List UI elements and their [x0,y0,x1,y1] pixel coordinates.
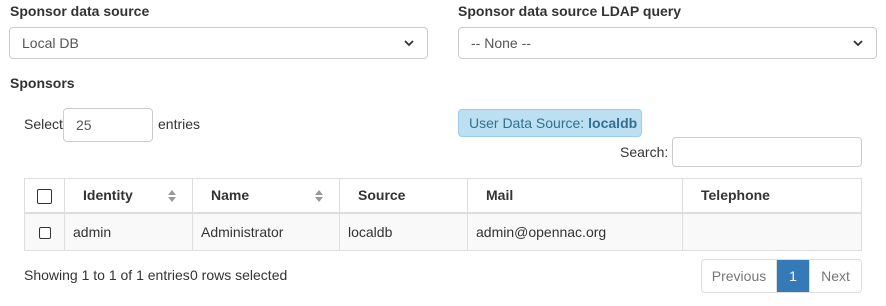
pagination: Previous 1 Next [701,259,862,293]
sponsor-source-value: Local DB [22,35,79,51]
ldap-query-label: Sponsor data source LDAP query [458,3,682,19]
column-label: Mail [486,187,514,204]
entries-prefix: Select [24,116,63,132]
sort-icon [168,190,176,202]
column-header-telephone[interactable]: Telephone [682,178,862,214]
chevron-down-icon [853,40,863,47]
pagination-next-button[interactable]: Next [809,260,861,292]
sort-icon [315,190,323,202]
ldap-query-select[interactable]: -- None -- [458,27,877,59]
rows-selected-info: 0 rows selected [190,267,288,283]
user-data-source-text: User Data Source: [469,115,585,131]
pagination-previous-button[interactable]: Previous [702,260,777,292]
sponsor-source-label: Sponsor data source [10,3,150,19]
table-info: Showing 1 to 1 of 1 entries [24,267,190,283]
entries-length-input[interactable]: 25 [63,108,153,142]
select-all-cell[interactable] [24,178,65,214]
column-label: Telephone [701,187,770,204]
cell-mail: admin@opennac.org [467,212,683,251]
row-select-cell[interactable] [24,212,65,251]
entries-suffix: entries [158,116,201,132]
cell-telephone [682,212,862,251]
table-row[interactable]: admin Administrator localdb admin@openna… [24,212,862,251]
search-input[interactable] [672,137,862,167]
sponsor-source-select[interactable]: Local DB [9,27,428,59]
row-checkbox[interactable] [38,227,51,240]
sponsors-table: Identity Name Source Mail Telephone admi… [24,178,862,251]
search-label: Search: [620,144,669,160]
column-header-identity[interactable]: Identity [64,178,193,214]
select-all-checkbox[interactable] [37,188,52,204]
cell-identity: admin [64,212,193,251]
column-label: Source [358,187,406,204]
column-label: Identity [83,187,133,204]
sponsors-heading: Sponsors [10,75,75,91]
user-data-source-value: localdb [588,115,638,131]
cell-source: localdb [339,212,468,251]
chevron-down-icon [404,40,414,47]
column-header-source[interactable]: Source [339,178,468,214]
ldap-query-value: -- None -- [471,35,531,51]
column-label: Name [211,187,250,204]
table-header-row: Identity Name Source Mail Telephone [24,178,862,214]
pagination-page-1[interactable]: 1 [777,260,809,292]
cell-name: Administrator [192,212,340,251]
user-data-source-badge: User Data Source: localdb [458,109,642,137]
column-header-mail[interactable]: Mail [467,178,683,214]
entries-length-value: 25 [76,117,92,133]
column-header-name[interactable]: Name [192,178,340,214]
